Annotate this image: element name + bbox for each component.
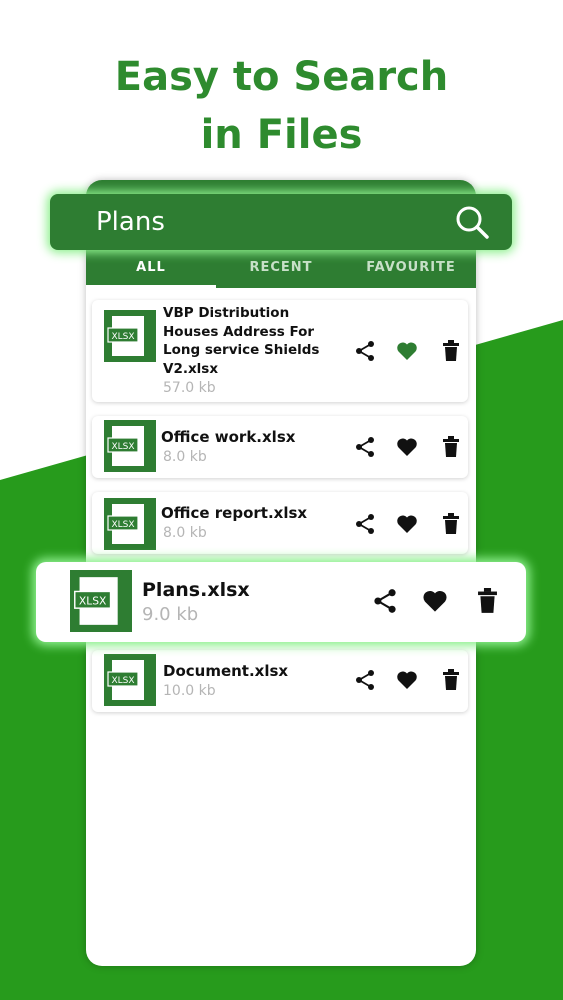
share-icon[interactable] bbox=[354, 436, 376, 458]
svg-text:XLSX: XLSX bbox=[111, 676, 134, 686]
tab-all[interactable]: ALL bbox=[86, 254, 216, 288]
xlsx-file-icon: XLSX bbox=[70, 570, 132, 632]
share-icon[interactable] bbox=[354, 340, 376, 362]
headline-line-1: Easy to Search bbox=[114, 54, 449, 100]
xlsx-file-icon: XLSX bbox=[104, 420, 156, 472]
file-row[interactable]: XLSX VBP Distribution Houses Address For… bbox=[92, 300, 468, 402]
share-icon[interactable] bbox=[372, 588, 398, 614]
svg-text:XLSX: XLSX bbox=[111, 332, 134, 342]
file-row[interactable]: XLSX Office report.xlsx 8.0 kb bbox=[92, 492, 468, 554]
favourite-heart-icon[interactable] bbox=[422, 589, 448, 613]
share-icon[interactable] bbox=[354, 513, 376, 535]
headline-line-2: in Files bbox=[200, 112, 363, 158]
xlsx-file-icon: XLSX bbox=[104, 654, 156, 706]
file-name: Plans.xlsx bbox=[142, 579, 250, 601]
delete-icon[interactable] bbox=[443, 340, 459, 362]
xlsx-file-icon: XLSX bbox=[104, 498, 156, 550]
file-size: 8.0 kb bbox=[163, 525, 207, 541]
favourite-heart-icon[interactable] bbox=[396, 437, 418, 457]
file-name: Office report.xlsx bbox=[161, 504, 308, 522]
delete-icon[interactable] bbox=[443, 669, 459, 691]
favourite-heart-icon[interactable] bbox=[396, 514, 418, 534]
file-name: VBP Distribution Houses Address For Long… bbox=[163, 304, 333, 378]
share-icon[interactable] bbox=[354, 669, 376, 691]
file-size: 8.0 kb bbox=[163, 449, 207, 465]
tab-favourite[interactable]: FAVOURITE bbox=[346, 254, 476, 288]
delete-icon[interactable] bbox=[443, 436, 459, 458]
file-row[interactable]: XLSX Office work.xlsx 8.0 kb bbox=[92, 416, 468, 478]
file-row[interactable]: XLSX Document.xlsx 10.0 kb bbox=[92, 650, 468, 712]
search-bar[interactable]: Plans bbox=[50, 194, 512, 250]
file-size: 57.0 kb bbox=[163, 380, 216, 396]
file-name: Office work.xlsx bbox=[161, 428, 296, 446]
file-name-line: Houses Address For bbox=[163, 323, 315, 340]
delete-icon[interactable] bbox=[478, 588, 497, 614]
svg-text:XLSX: XLSX bbox=[79, 595, 107, 608]
delete-icon[interactable] bbox=[443, 513, 459, 535]
file-row-highlighted[interactable]: XLSX Plans.xlsx 9.0 kb bbox=[36, 562, 526, 642]
favourite-heart-icon[interactable] bbox=[396, 670, 418, 690]
headline: Easy to Search in Files bbox=[0, 48, 563, 164]
favourite-heart-icon[interactable] bbox=[396, 341, 418, 361]
search-icon[interactable] bbox=[454, 204, 490, 240]
xlsx-file-icon: XLSX bbox=[104, 310, 156, 362]
file-size: 9.0 kb bbox=[142, 604, 199, 625]
file-name-line: V2.xlsx bbox=[163, 360, 219, 377]
file-name-line: VBP Distribution bbox=[163, 305, 290, 321]
search-input[interactable]: Plans bbox=[96, 207, 165, 237]
file-name: Document.xlsx bbox=[163, 662, 289, 680]
tab-recent[interactable]: RECENT bbox=[216, 254, 346, 288]
svg-text:XLSX: XLSX bbox=[111, 442, 134, 452]
tab-bar: ALL RECENT FAVOURITE bbox=[86, 254, 476, 288]
svg-text:XLSX: XLSX bbox=[111, 520, 134, 530]
file-name-line: Long service Shields bbox=[163, 342, 320, 358]
file-size: 10.0 kb bbox=[163, 683, 216, 699]
